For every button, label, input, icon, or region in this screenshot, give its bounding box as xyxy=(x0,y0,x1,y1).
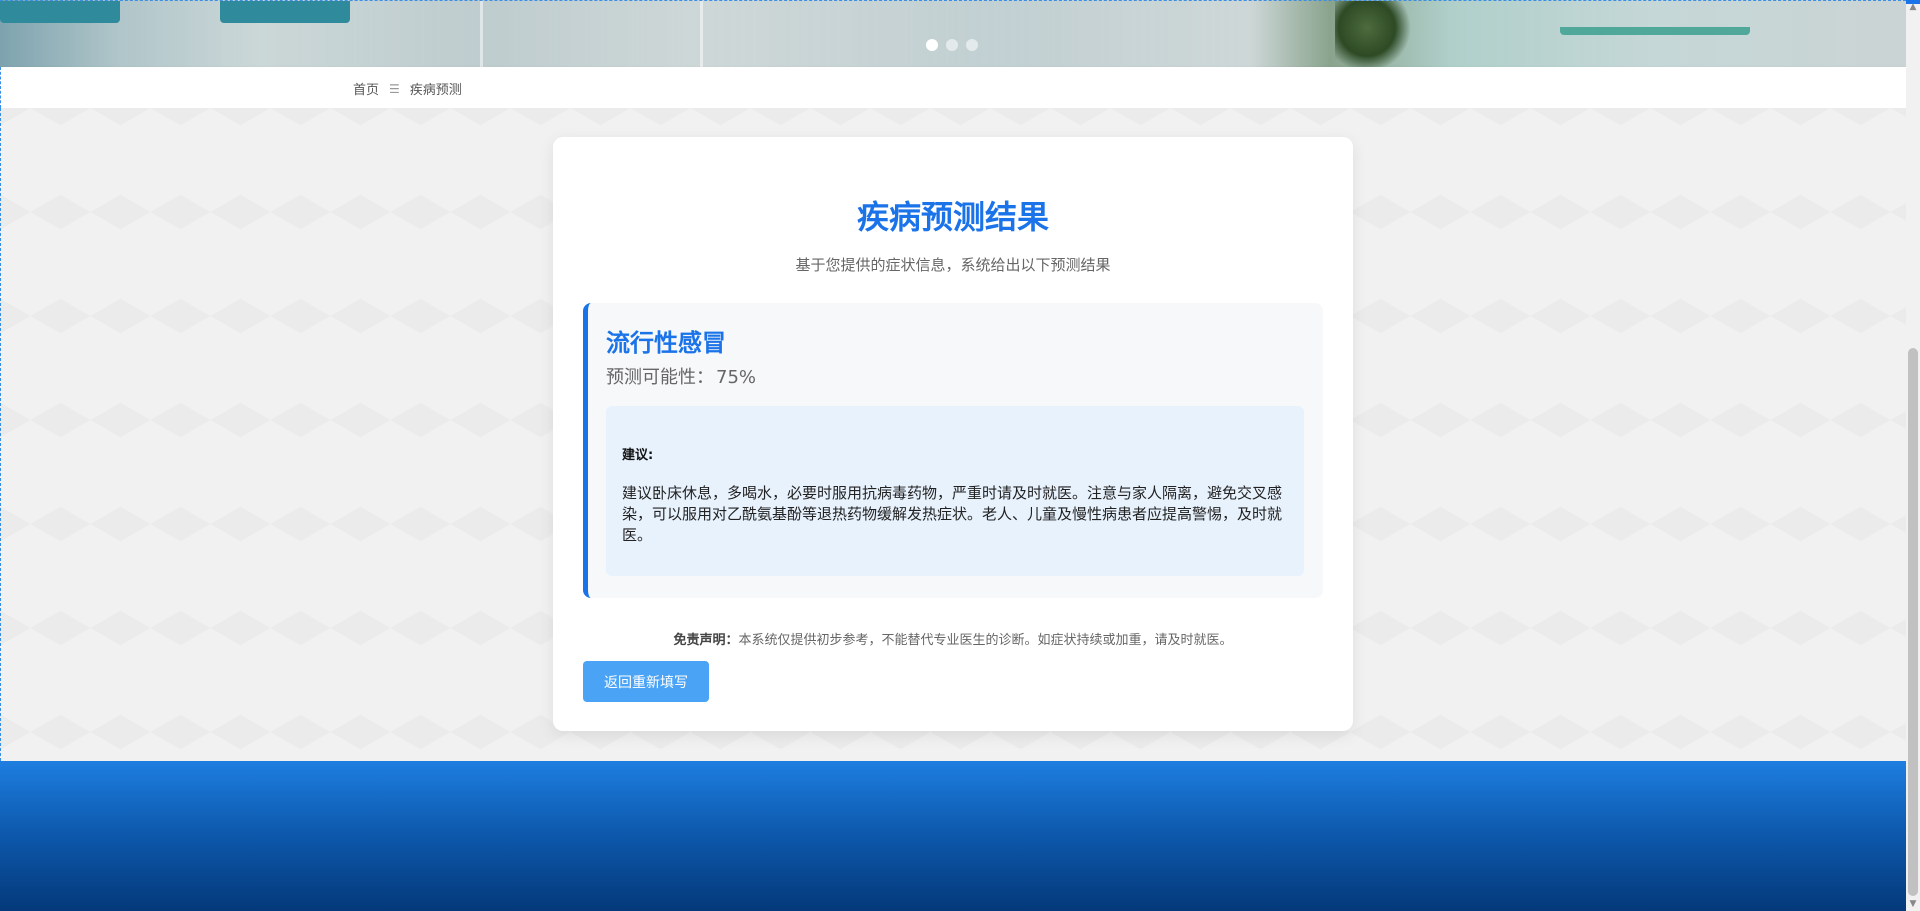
breadcrumb-current: 疾病预测 xyxy=(409,83,462,98)
page-title: 疾病预测结果 xyxy=(856,198,1049,236)
menu-icon: ☰ xyxy=(389,81,400,96)
triangle-down-icon[interactable]: ▼ xyxy=(1906,897,1920,911)
probability-label: 预测可能性： xyxy=(606,367,714,388)
vertical-scrollbar[interactable]: ▲ ▼ xyxy=(1906,0,1920,911)
result-item: 流行性感冒 预测可能性： 75% 建议: 建议卧床休息，多喝水，必要时服用抗病毒药… xyxy=(583,303,1323,598)
back-to-form-button[interactable]: 返回重新填写 xyxy=(583,661,709,702)
advice-box: 建议: 建议卧床休息，多喝水，必要时服用抗病毒药物，严重时请及时就医。注意与家人… xyxy=(606,406,1304,576)
prediction-result-card: 疾病预测结果 基于您提供的症状信息，系统给出以下预测结果 流行性感冒 预测可能性… xyxy=(553,137,1353,731)
banner-window-frame xyxy=(700,1,703,68)
page-subtitle: 基于您提供的症状信息，系统给出以下预测结果 xyxy=(795,256,1111,274)
page: 首页 ☰ 疾病预测 疾病预测结果 基于您提供的症状信息，系统给出以下预测结果 流… xyxy=(0,0,1920,911)
banner-sign-image xyxy=(0,1,120,23)
footer xyxy=(0,761,1906,911)
disclaimer-label: 免责声明： xyxy=(673,633,739,648)
probability-value: 75% xyxy=(716,367,757,388)
banner-plant-image xyxy=(1335,1,1415,68)
probability-line: 预测可能性： 75% xyxy=(606,363,756,389)
carousel-dots xyxy=(926,39,978,51)
breadcrumb-home-link[interactable]: 首页 xyxy=(353,79,379,98)
carousel-dot-3[interactable] xyxy=(966,39,978,51)
triangle-up-icon[interactable]: ▲ xyxy=(1906,0,1920,14)
scrollbar-thumb[interactable] xyxy=(1908,348,1918,896)
disease-name: 流行性感冒 xyxy=(606,329,726,357)
carousel-dot-1[interactable] xyxy=(926,39,938,51)
advice-text: 建议卧床休息，多喝水，必要时服用抗病毒药物，严重时请及时就医。注意与家人隔离，避… xyxy=(622,484,1283,544)
disclaimer-text: 本系统仅提供初步参考，不能替代专业医生的诊断。如症状持续或加重，请及时就医。 xyxy=(738,633,1233,648)
carousel-dot-2[interactable] xyxy=(946,39,958,51)
disclaimer: 免责声明：本系统仅提供初步参考，不能替代专业医生的诊断。如症状持续或加重，请及时… xyxy=(553,629,1353,648)
banner-window-frame xyxy=(480,1,483,68)
banner-sign-image xyxy=(220,1,350,23)
breadcrumb-bar: 首页 ☰ 疾病预测 xyxy=(0,67,1906,108)
hero-banner-carousel xyxy=(0,0,1906,68)
banner-railing-image xyxy=(1560,27,1750,35)
advice-label: 建议: xyxy=(622,448,654,463)
breadcrumb: 首页 ☰ 疾病预测 xyxy=(353,79,462,99)
